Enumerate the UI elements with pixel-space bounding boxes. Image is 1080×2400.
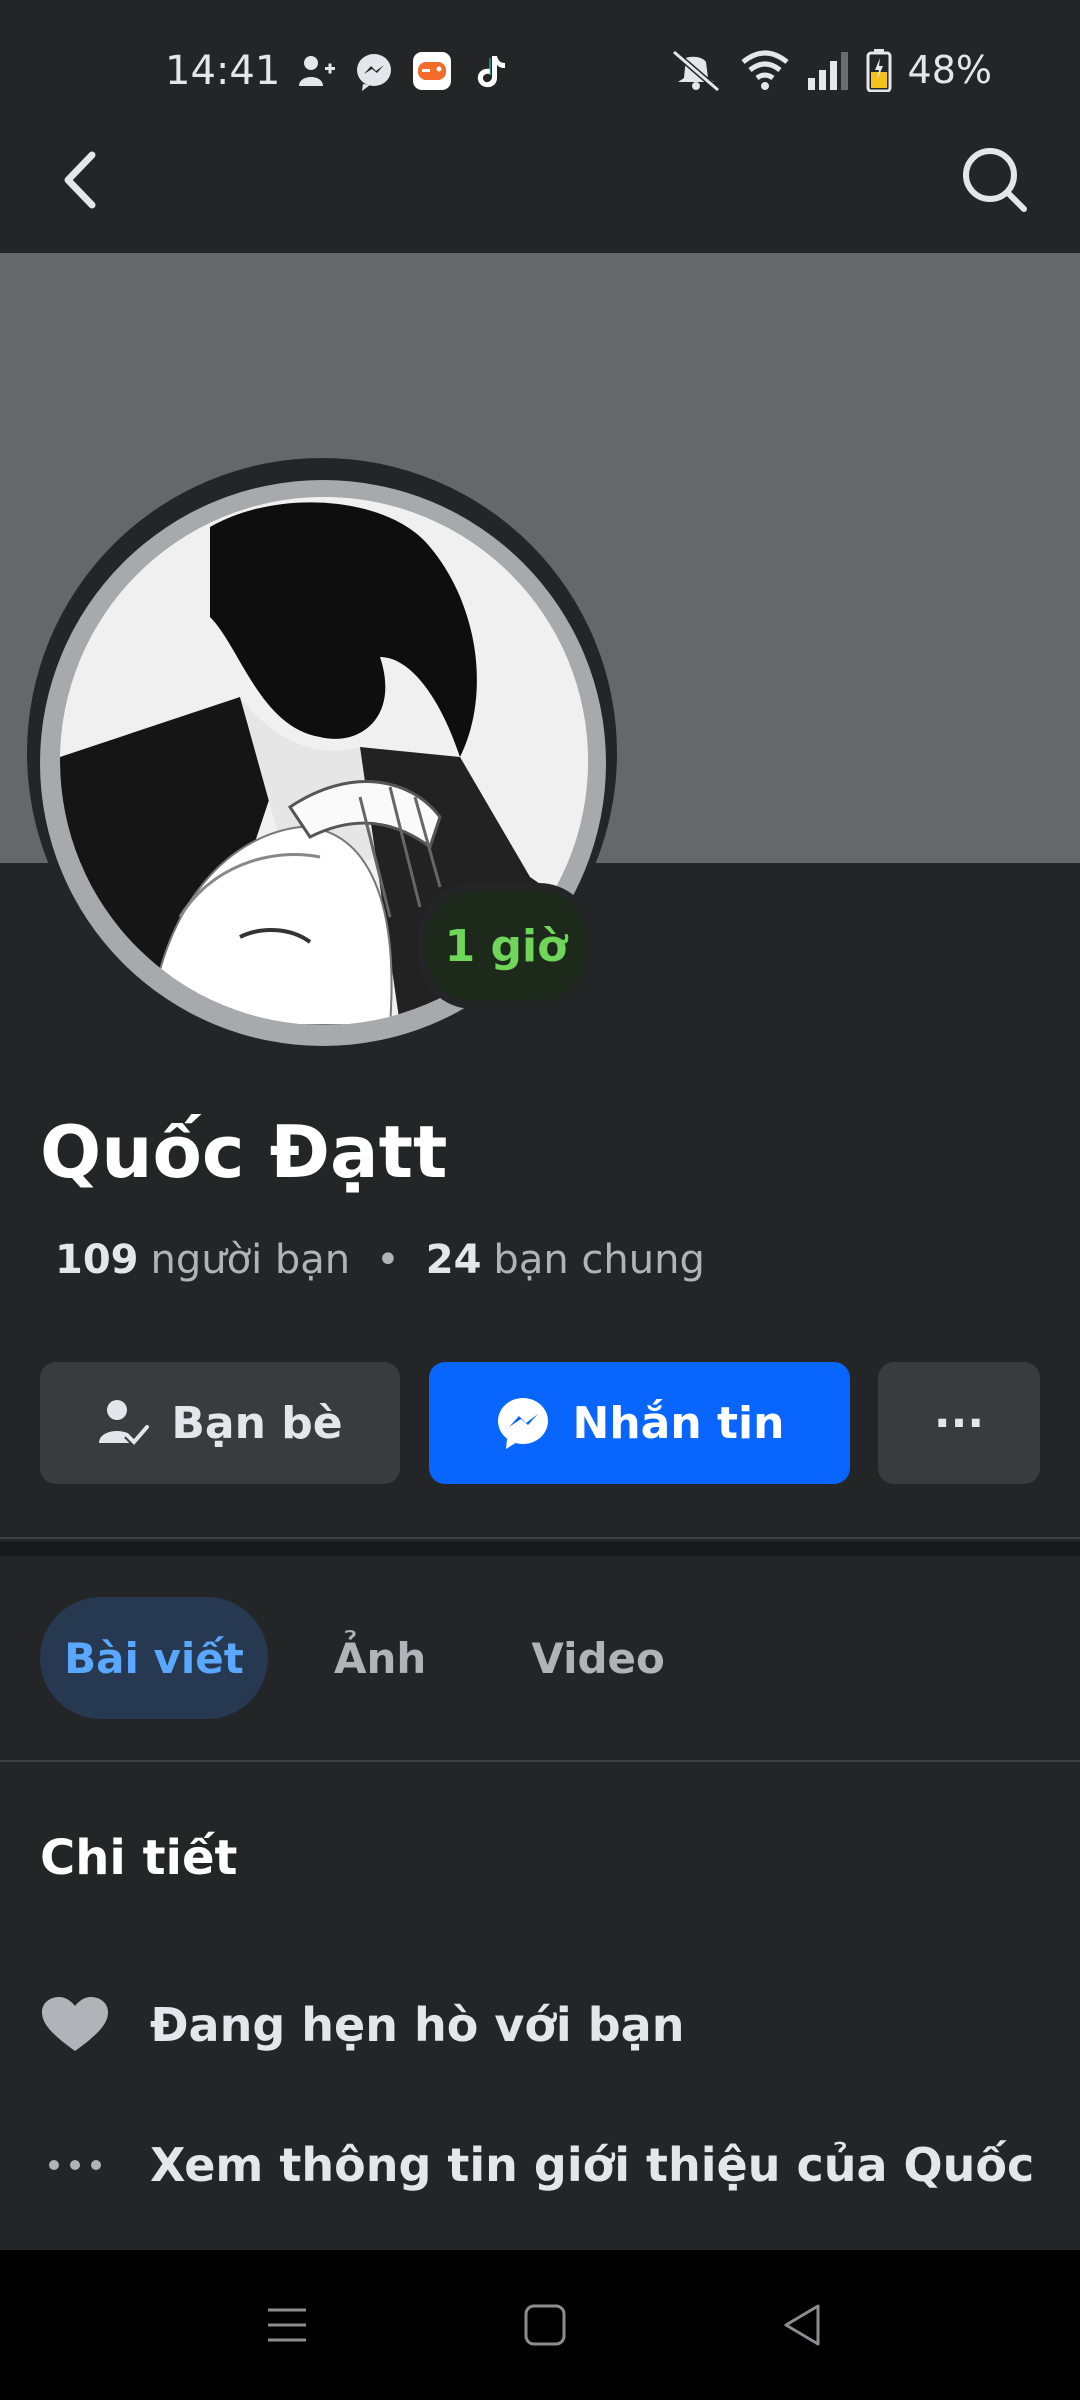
system-icons: 48% (668, 48, 992, 92)
tiktok-icon (477, 56, 505, 88)
notification-icons (295, 50, 511, 92)
friends-label: người bạn (150, 1237, 351, 1283)
relationship-text: Đang hẹn hò với bạn (150, 1998, 685, 2052)
friends-button[interactable]: Bạn bè (40, 1362, 400, 1484)
status-bar: 14:41 48% (0, 0, 1080, 140)
back-icon[interactable] (778, 2300, 828, 2350)
friends-button-label: Bạn bè (171, 1397, 343, 1449)
profile-name: Quốc Đạtt (40, 1110, 448, 1194)
message-button[interactable]: Nhắn tin (429, 1362, 850, 1484)
message-button-label: Nhắn tin (572, 1397, 785, 1449)
messenger-icon (497, 1398, 548, 1449)
ellipsis-icon (49, 2160, 101, 2170)
top-navigation (0, 140, 1080, 253)
messenger-icon (357, 54, 391, 91)
tab-posts[interactable]: Bài viết (40, 1597, 268, 1719)
mutual-label: bạn chung (493, 1237, 705, 1283)
divider (0, 1537, 1080, 1539)
section-divider (0, 1542, 1080, 1556)
mute-icon (671, 49, 720, 92)
recent-apps-icon[interactable] (262, 2300, 312, 2350)
system-navigation-bar (0, 2250, 1080, 2400)
details-title: Chi tiết (40, 1830, 238, 1886)
active-status-text: 1 giờ (444, 920, 568, 972)
friends-summary[interactable]: 109 người bạn • 24 bạn chung (55, 1237, 705, 1283)
signal-icon (807, 52, 848, 90)
active-status-badge: 1 giờ (418, 883, 594, 1009)
mutual-count: 24 (425, 1237, 482, 1283)
more-options-button[interactable]: ··· (878, 1362, 1040, 1484)
search-icon[interactable] (960, 145, 1030, 215)
tab-photos[interactable]: Ảnh (334, 1597, 426, 1719)
divider (0, 1760, 1080, 1762)
battery-icon (866, 49, 892, 92)
game-app-icon (413, 52, 451, 90)
detail-relationship: Đang hẹn hò với bạn (40, 1995, 684, 2055)
separator-dot: • (376, 1237, 400, 1283)
tab-videos[interactable]: Video (531, 1597, 665, 1719)
detail-about-link[interactable]: Xem thông tin giới thiệu của Quốc (40, 2135, 1034, 2195)
battery-percentage: 48% (907, 48, 992, 92)
home-icon[interactable] (520, 2300, 570, 2350)
friend-check-icon (99, 1400, 150, 1448)
more-options-label: ··· (933, 1397, 985, 1449)
friends-count: 109 (55, 1237, 139, 1283)
about-link-text: Xem thông tin giới thiệu của Quốc (150, 2138, 1035, 2192)
back-arrow-icon[interactable] (50, 140, 110, 220)
add-friend-icon (299, 56, 335, 86)
wifi-icon (740, 50, 789, 90)
heart-icon (42, 1997, 108, 2051)
profile-tabs: Bài viết Ảnh Video (40, 1597, 665, 1719)
status-time: 14:41 (165, 48, 281, 94)
